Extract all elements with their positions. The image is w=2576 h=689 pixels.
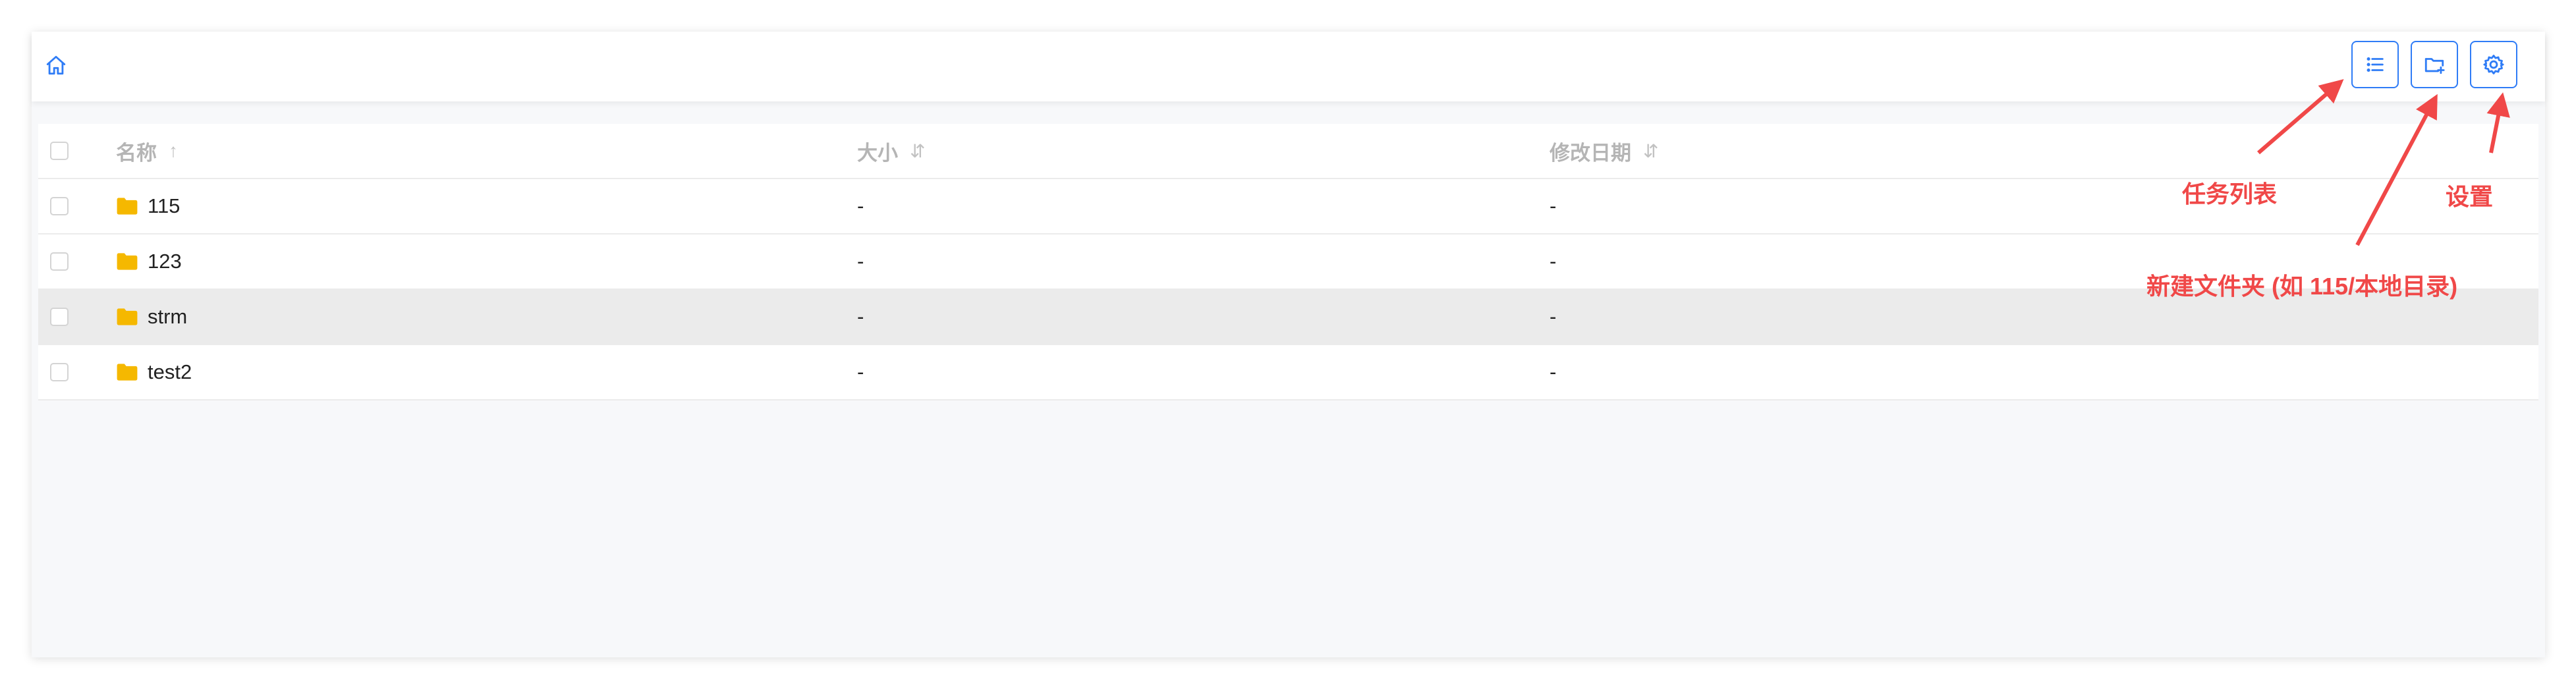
- name-column-label: 名称: [116, 141, 157, 165]
- file-date: -: [1550, 360, 1557, 383]
- new-folder-button[interactable]: [2411, 41, 2458, 88]
- file-size: -: [857, 194, 864, 217]
- list-icon: [2366, 57, 2384, 72]
- name-column-header[interactable]: 名称 ↑: [116, 124, 178, 178]
- row-checkbox[interactable]: [50, 363, 69, 381]
- file-browser-card: 名称 ↑ 大小 ⇵ 修改日期 ⇵ 115 - - 123 - - strm - …: [32, 32, 2545, 657]
- sort-icon[interactable]: ⇵: [1643, 140, 1658, 162]
- folder-plus-icon: [2424, 58, 2445, 74]
- table-row[interactable]: 115 - -: [38, 179, 2538, 234]
- row-checkbox-cell: [50, 234, 69, 289]
- sort-icon[interactable]: ⇵: [910, 140, 925, 162]
- file-name-cell[interactable]: 123: [116, 234, 182, 289]
- size-column-label: 大小: [857, 141, 898, 165]
- select-all-cell: [50, 124, 69, 178]
- row-checkbox-cell: [50, 345, 69, 399]
- file-name-cell[interactable]: test2: [116, 345, 192, 399]
- date-column-label: 修改日期: [1550, 141, 1631, 165]
- row-checkbox-cell: [50, 290, 69, 344]
- table-row[interactable]: test2 - -: [38, 345, 2538, 400]
- file-table: 名称 ↑ 大小 ⇵ 修改日期 ⇵ 115 - - 123 - - strm - …: [38, 124, 2538, 400]
- row-checkbox-cell: [50, 179, 69, 233]
- size-column-header[interactable]: 大小 ⇵: [857, 124, 925, 178]
- row-checkbox[interactable]: [50, 308, 69, 326]
- settings-annotation: 设置: [2446, 183, 2494, 210]
- date-column-header[interactable]: 修改日期 ⇵: [1550, 124, 1658, 178]
- file-date: -: [1550, 194, 1557, 217]
- row-checkbox[interactable]: [50, 252, 69, 271]
- settings-button[interactable]: [2470, 41, 2517, 88]
- file-date: -: [1550, 250, 1557, 273]
- folder-icon: [117, 253, 138, 270]
- file-name: 123: [148, 250, 182, 273]
- toolbar: [32, 32, 2545, 101]
- file-name-cell[interactable]: 115: [116, 179, 180, 233]
- file-size: -: [857, 360, 864, 383]
- gear-icon: [2483, 55, 2504, 74]
- file-size: -: [857, 305, 864, 328]
- task-list-annotation: 任务列表: [2182, 180, 2278, 207]
- file-name: 115: [148, 194, 181, 217]
- new-folder-annotation: 新建文件夹 (如 115/本地目录): [2146, 273, 2458, 300]
- file-name-cell[interactable]: strm: [116, 290, 187, 344]
- select-all-checkbox[interactable]: [50, 142, 69, 160]
- file-date: -: [1550, 305, 1557, 328]
- folder-icon: [117, 364, 138, 381]
- file-name: strm: [148, 305, 188, 328]
- task-list-button[interactable]: [2351, 41, 2399, 88]
- table-header: 名称 ↑ 大小 ⇵ 修改日期 ⇵: [38, 124, 2538, 179]
- file-size: -: [857, 250, 864, 273]
- sort-ascending-icon[interactable]: ↑: [169, 140, 178, 161]
- folder-icon: [117, 198, 138, 215]
- folder-icon: [117, 308, 138, 325]
- row-checkbox[interactable]: [50, 197, 69, 215]
- home-icon[interactable]: [45, 54, 67, 76]
- file-name: test2: [148, 360, 192, 383]
